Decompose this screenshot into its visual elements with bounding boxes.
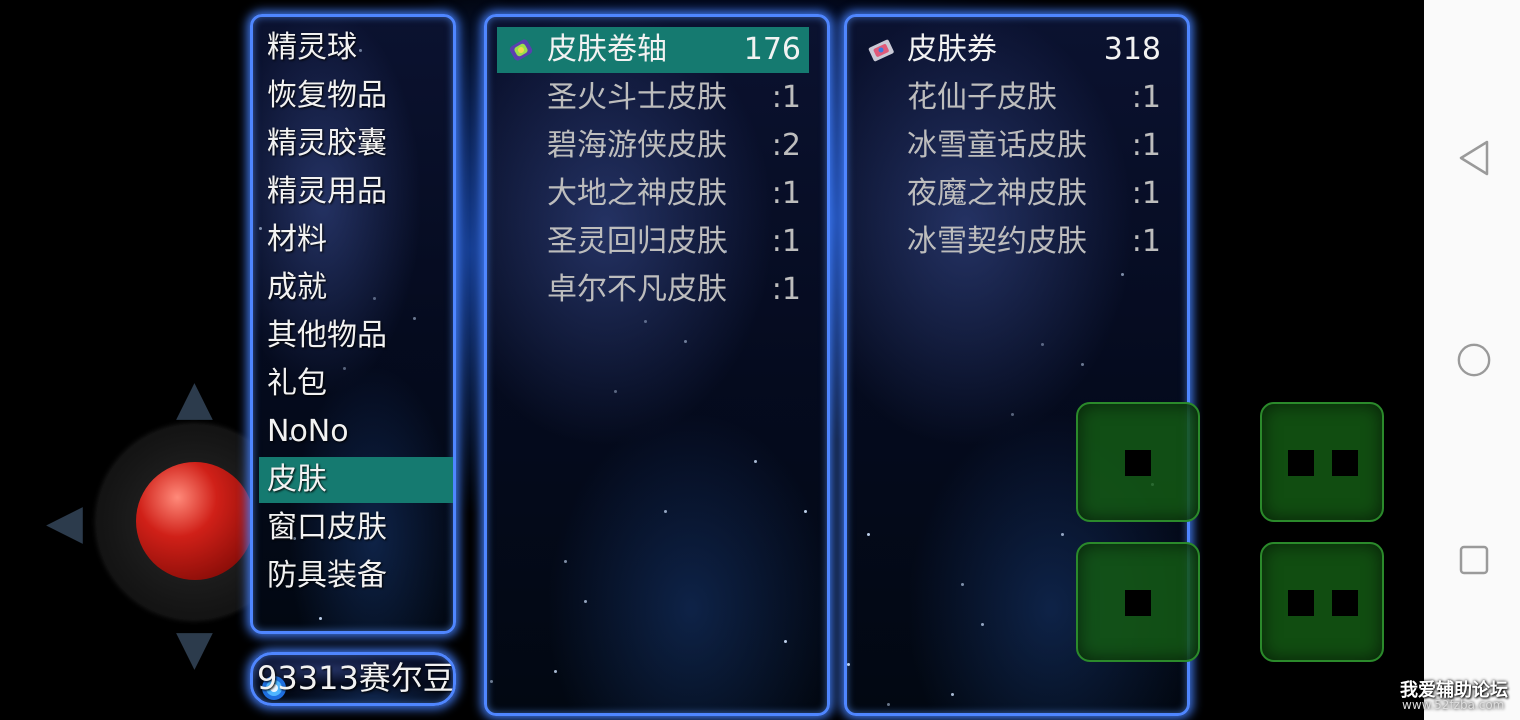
star-decoration — [1081, 363, 1084, 366]
arrow-down-icon[interactable]: ▼ — [176, 624, 213, 672]
star-decoration — [554, 670, 557, 673]
star-decoration — [1061, 533, 1064, 536]
game-view: ▲ ▼ ◀ 精灵球 恢复物品 精灵胶囊 精灵用品 材料 成就 其他物品 礼包 NoNo 皮肤 窗口皮… — [0, 0, 1424, 720]
category-item[interactable]: NoNo — [259, 409, 453, 455]
currency-panel: 93313赛尔豆 — [250, 652, 456, 706]
star-decoration — [867, 533, 870, 536]
button-dot — [1332, 450, 1358, 476]
list-item[interactable]: 圣火斗士皮肤 :1 — [497, 75, 809, 121]
list-item-name: 冰雪童话皮肤 — [907, 128, 1087, 163]
star-decoration — [754, 460, 757, 463]
button-dot — [1125, 450, 1151, 476]
screen: ▲ ▼ ◀ 精灵球 恢复物品 精灵胶囊 精灵用品 材料 成就 其他物品 礼包 NoNo 皮肤 窗口皮… — [0, 0, 1520, 720]
star-decoration — [847, 663, 850, 666]
list-item-name: 冰雪契约皮肤 — [907, 224, 1087, 259]
category-item[interactable]: 精灵胶囊 — [259, 121, 453, 167]
star-decoration — [644, 320, 647, 323]
list-item[interactable]: 夜魔之神皮肤 :1 — [857, 171, 1169, 217]
arrow-up-icon[interactable]: ▲ — [176, 374, 213, 422]
star-decoration — [784, 640, 787, 643]
category-item[interactable]: 其他物品 — [259, 313, 453, 359]
action-button-4[interactable] — [1260, 542, 1384, 662]
category-item[interactable]: 防具装备 — [259, 553, 453, 599]
ticket-icon — [868, 39, 894, 62]
star-decoration — [584, 600, 587, 603]
category-item[interactable]: 精灵用品 — [259, 169, 453, 215]
list-item-qty: :1 — [1131, 128, 1161, 163]
list-item-name: 大地之神皮肤 — [547, 176, 727, 211]
star-decoration — [1121, 273, 1124, 276]
list-item[interactable]: 圣灵回归皮肤 :1 — [497, 219, 809, 265]
list-header-right[interactable]: 皮肤券 318 — [857, 27, 1169, 73]
recents-icon[interactable] — [1456, 542, 1492, 578]
currency-amount: 93313赛尔豆 — [257, 659, 455, 697]
list-item-name: 圣火斗士皮肤 — [547, 80, 727, 115]
category-item[interactable]: 材料 — [259, 217, 453, 263]
watermark-url: www.52fzba.com — [1402, 698, 1505, 712]
list-item[interactable]: 碧海游侠皮肤 :2 — [497, 123, 809, 169]
star-decoration — [981, 623, 984, 626]
star-decoration — [490, 680, 493, 683]
list-item-qty: :1 — [771, 176, 801, 211]
star-decoration — [664, 510, 667, 513]
list-item-name: 圣灵回归皮肤 — [547, 224, 727, 259]
home-icon[interactable] — [1456, 342, 1492, 378]
list-item-name: 夜魔之神皮肤 — [907, 176, 1087, 211]
list-item-name: 碧海游侠皮肤 — [547, 128, 727, 163]
list-item-qty: :2 — [771, 128, 801, 163]
star-decoration — [1041, 343, 1044, 346]
list-header-left-qty: 176 — [743, 32, 801, 67]
list-item-qty: :1 — [771, 272, 801, 307]
list-item[interactable]: 花仙子皮肤 :1 — [857, 75, 1169, 121]
list-item[interactable]: 大地之神皮肤 :1 — [497, 171, 809, 217]
category-item[interactable]: 礼包 — [259, 361, 453, 407]
item-list-left: 皮肤卷轴 176 圣火斗士皮肤 :1 碧海游侠皮肤 :2 大地之神皮肤 :1 圣… — [484, 14, 830, 716]
star-decoration — [614, 390, 617, 393]
star-decoration — [961, 583, 964, 586]
list-item[interactable]: 冰雪契约皮肤 :1 — [857, 219, 1169, 265]
button-dot — [1332, 590, 1358, 616]
category-item[interactable]: 成就 — [259, 265, 453, 311]
list-item-qty: :1 — [1131, 80, 1161, 115]
back-icon[interactable] — [1456, 140, 1492, 176]
joystick-knob[interactable] — [136, 462, 254, 580]
button-dot — [1125, 590, 1151, 616]
android-navbar — [1424, 0, 1520, 720]
list-item-qty: :1 — [1131, 224, 1161, 259]
list-header-right-name: 皮肤券 — [907, 32, 997, 67]
list-item-qty: :1 — [771, 80, 801, 115]
category-item[interactable]: 恢复物品 — [259, 73, 453, 119]
list-header-left-name: 皮肤卷轴 — [547, 32, 667, 67]
star-decoration — [564, 560, 567, 563]
star-decoration — [684, 340, 687, 343]
list-header-right-qty: 318 — [1103, 32, 1161, 67]
star-decoration — [319, 617, 322, 620]
star-decoration — [887, 703, 890, 706]
category-item[interactable]: 精灵球 — [259, 25, 453, 71]
button-dot — [1288, 590, 1314, 616]
list-item-name: 花仙子皮肤 — [907, 80, 1057, 115]
list-item-name: 卓尔不凡皮肤 — [547, 272, 727, 307]
action-button-2[interactable] — [1260, 402, 1384, 522]
list-item-qty: :1 — [771, 224, 801, 259]
star-decoration — [1011, 413, 1014, 416]
category-item[interactable]: 窗口皮肤 — [259, 505, 453, 551]
action-button-3[interactable] — [1076, 542, 1200, 662]
star-decoration — [951, 693, 954, 696]
list-item[interactable]: 卓尔不凡皮肤 :1 — [497, 267, 809, 313]
category-item[interactable]: 皮肤 — [259, 457, 453, 503]
list-item-qty: :1 — [1131, 176, 1161, 211]
arrow-left-icon[interactable]: ◀ — [46, 498, 83, 546]
button-dot — [1288, 450, 1314, 476]
scroll-icon — [509, 39, 533, 61]
category-panel: 精灵球 恢复物品 精灵胶囊 精灵用品 材料 成就 其他物品 礼包 NoNo 皮肤 窗口皮肤 防具装备 — [250, 14, 456, 634]
star-decoration — [804, 510, 807, 513]
list-header-left[interactable]: 皮肤卷轴 176 — [497, 27, 809, 73]
list-item[interactable]: 冰雪童话皮肤 :1 — [857, 123, 1169, 169]
action-button-1[interactable] — [1076, 402, 1200, 522]
